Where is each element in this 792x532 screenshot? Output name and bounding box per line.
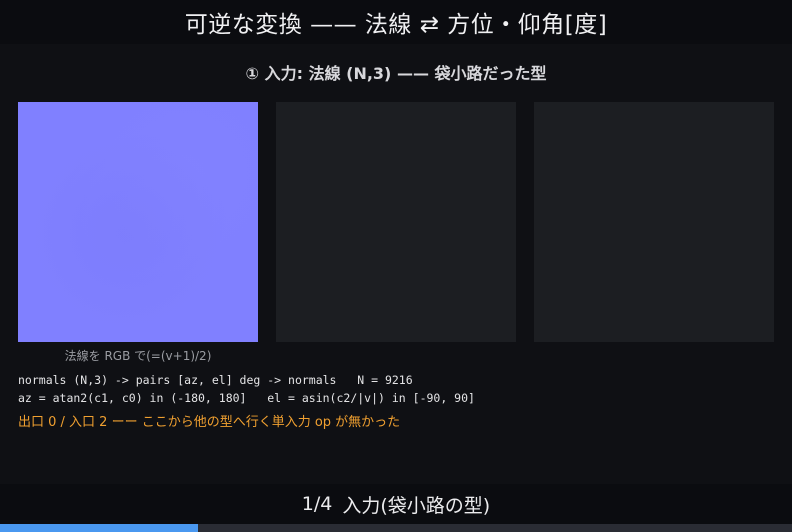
section-heading: ① 入力: 法線 (N,3) —— 袋小路だった型 (245, 64, 547, 83)
normals-rgb-panel (18, 102, 258, 342)
slide-footer: 1/4 入力(袋小路の型) (0, 484, 792, 524)
slide-title: 可逆な変換 —— 法線 ⇄ 方位・仰角[度] (184, 12, 608, 38)
slide-title-bar: 可逆な変換 —— 法線 ⇄ 方位・仰角[度] (0, 0, 792, 44)
empty-panel-right (534, 102, 774, 342)
dead-end-warning: 出口 0 / 入口 2 ーー ここから他の型へ行く単入力 op が無かった (18, 415, 401, 430)
step-label: 入力(袋小路の型) (342, 494, 491, 517)
step-counter: 1/4 (301, 493, 333, 515)
info-line-formulas: az = atan2(c1, c0) in (-180, 180] el = a… (18, 391, 475, 405)
empty-panel-middle (276, 102, 516, 342)
slide-progress-fill (0, 524, 198, 532)
normals-panel-caption: 法線を RGB で(=(v+1)/2) (64, 349, 212, 363)
slide-progress-bar (0, 524, 792, 532)
info-line-conversion: normals (N,3) -> pairs [az, el] deg -> n… (18, 373, 413, 387)
